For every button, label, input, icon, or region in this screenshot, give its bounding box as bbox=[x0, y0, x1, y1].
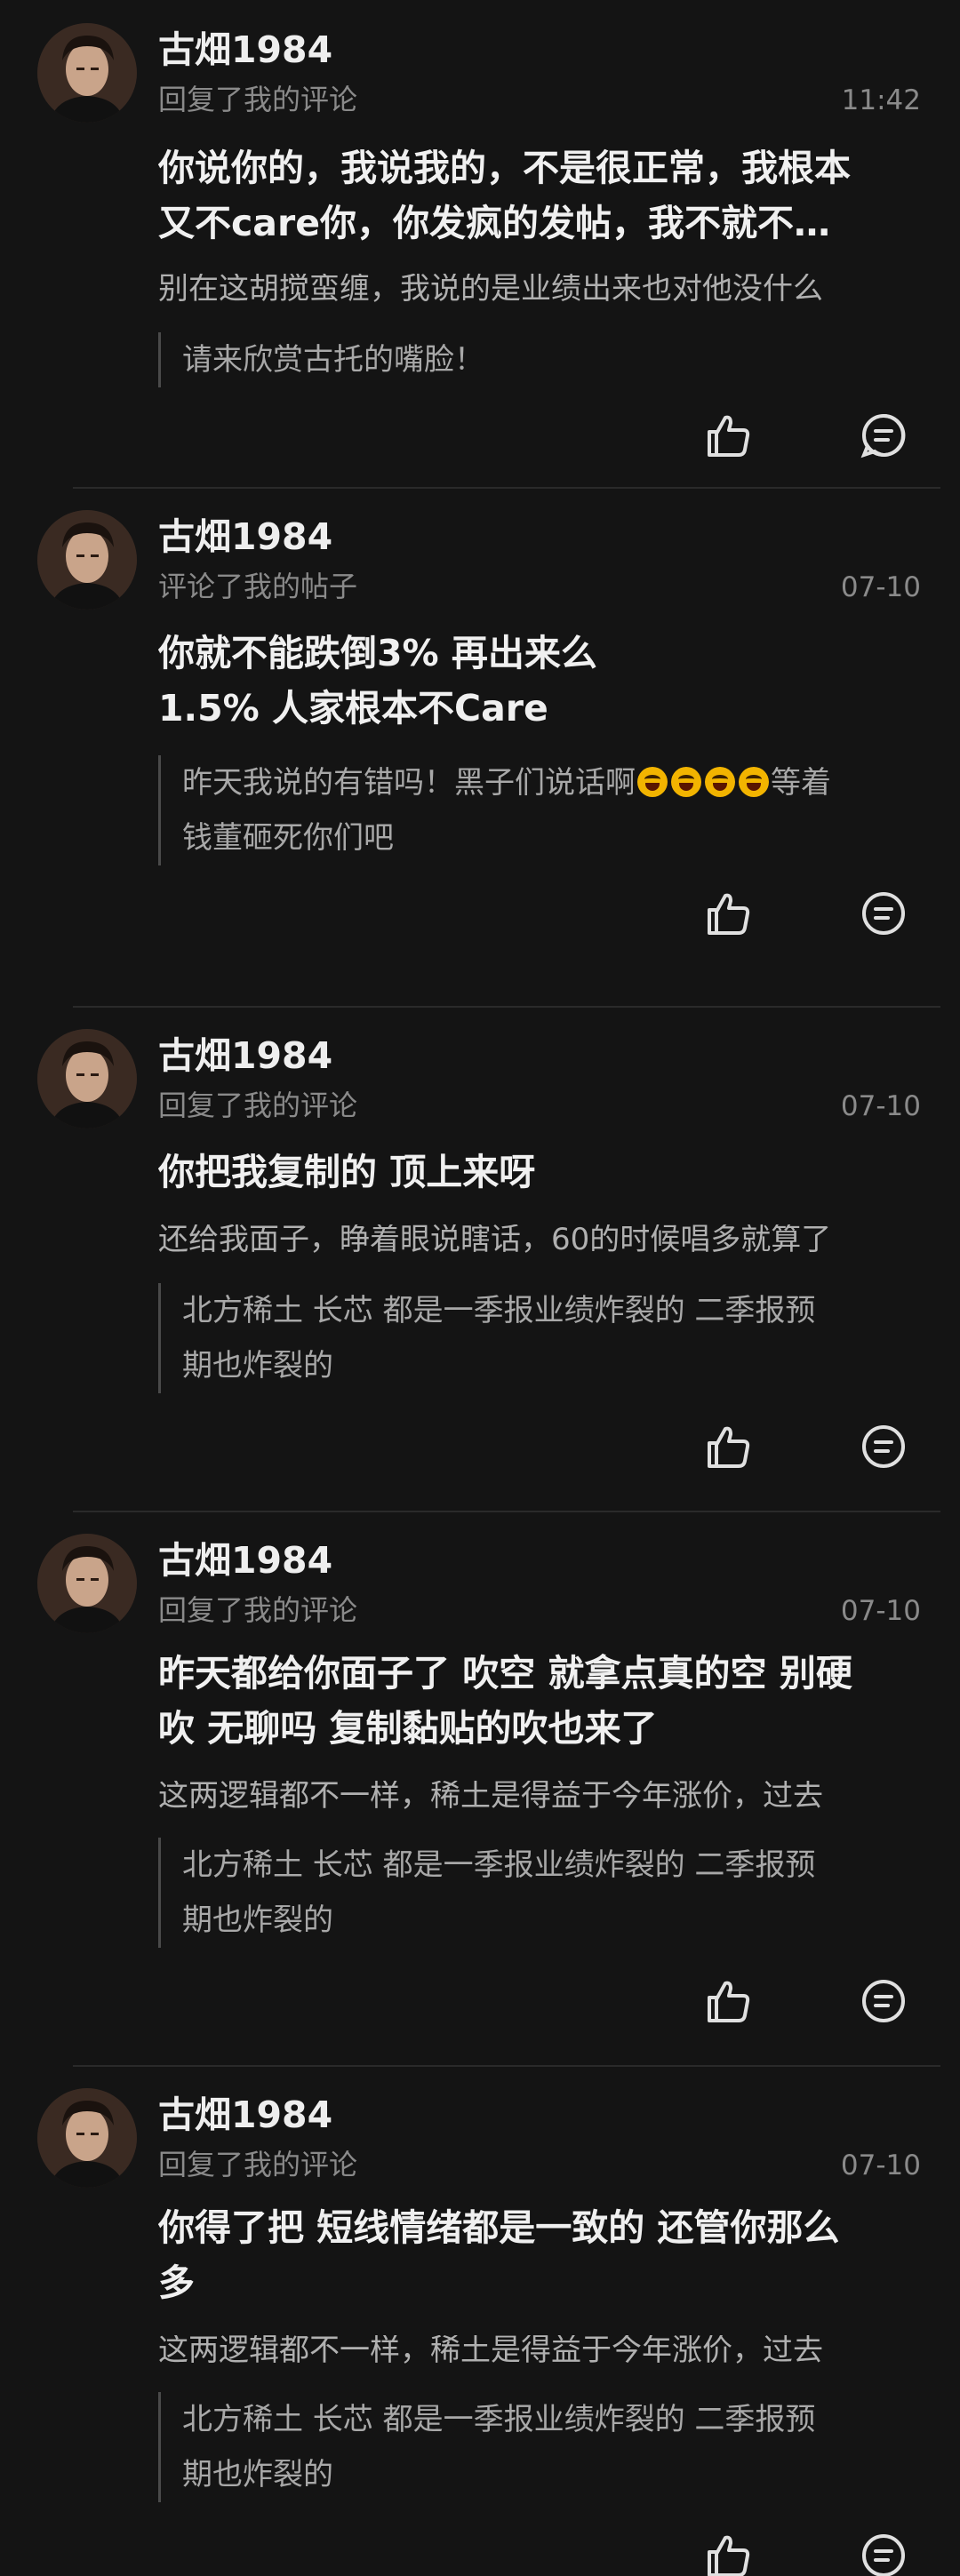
grin-emoji-icon bbox=[705, 767, 735, 797]
comment-bubble-icon bbox=[862, 892, 905, 935]
grin-emoji-icon bbox=[671, 767, 701, 797]
reply-context: 这两逻辑都不一样，稀土是得益于今年涨价，过去 bbox=[158, 2335, 823, 2365]
quoted-comment[interactable]: 昨天我说的有错吗！黑子们说话啊 等着 钱董砸死你们吧 bbox=[158, 755, 956, 865]
comment-text-line: 昨天都给你面子了 吹空 就拿点真的空 别硬 bbox=[158, 1652, 852, 1695]
timestamp: 07-10 bbox=[840, 2149, 921, 2181]
grin-emoji-icon bbox=[739, 767, 769, 797]
username[interactable]: 古畑1984 bbox=[158, 1038, 332, 1074]
like-button[interactable] bbox=[704, 411, 754, 460]
comment-item[interactable]: 古畑1984 回复了我的评论 07-10 昨天都给你面子了 吹空 就拿点真的空 … bbox=[0, 1512, 960, 2065]
reply-context: 还给我面子，睁着眼说瞎话，60的时候唱多就算了 bbox=[158, 1224, 832, 1255]
comment-item[interactable]: 古畑1984 评论了我的帖子 07-10 你就不能跌倒3% 再出来么 1.5% … bbox=[0, 489, 960, 1006]
comment-text-line: 又不care你，你发疯的发帖，我不就不… bbox=[158, 202, 830, 244]
comment-bubble-icon bbox=[862, 1425, 905, 1468]
action-label: 回复了我的评论 bbox=[158, 1089, 358, 1122]
quoted-comment[interactable]: 北方稀土 长芯 都是一季报业绩炸裂的 二季报预 期也炸裂的 bbox=[158, 1838, 956, 1948]
quote-line: 请来欣赏古托的嘴脸！ bbox=[182, 342, 484, 378]
reply-button[interactable] bbox=[859, 889, 908, 938]
reply-button[interactable] bbox=[859, 1976, 908, 2026]
notification-feed: 古畑1984 回复了我的评论 11:42 你说你的，我说我的，不是很正常，我根本… bbox=[0, 0, 960, 2576]
comment-text-line: 吹 无聊吗 复制黏贴的吹也来了 bbox=[158, 1707, 658, 1750]
timestamp: 07-10 bbox=[840, 1090, 921, 1122]
thumbs-up-icon bbox=[708, 2535, 750, 2576]
reply-context: 别在这胡搅蛮缠，我说的是业绩出来也对他没什么 bbox=[158, 274, 823, 304]
reply-button[interactable] bbox=[859, 411, 908, 460]
comment-text-line: 1.5% 人家根本不Care bbox=[158, 687, 548, 730]
like-button[interactable] bbox=[704, 889, 754, 938]
thumbs-up-icon bbox=[708, 1981, 750, 2022]
avatar[interactable] bbox=[37, 1029, 137, 1128]
quote-line: 钱董砸死你们吧 bbox=[182, 820, 394, 856]
comment-item[interactable]: 古畑1984 回复了我的评论 07-10 你得了把 短线情绪都是一致的 还管你那… bbox=[0, 2067, 960, 2576]
like-button[interactable] bbox=[704, 1422, 754, 1471]
quoted-comment[interactable]: 北方稀土 长芯 都是一季报业绩炸裂的 二季报预 期也炸裂的 bbox=[158, 1283, 956, 1393]
timestamp: 07-10 bbox=[840, 571, 921, 603]
timestamp: 11:42 bbox=[841, 84, 921, 116]
thumbs-up-icon bbox=[708, 1426, 750, 1468]
username[interactable]: 古畑1984 bbox=[158, 2097, 332, 2133]
comment-text-line: 你得了把 短线情绪都是一致的 还管你那么 bbox=[158, 2206, 840, 2249]
timestamp: 07-10 bbox=[840, 1595, 921, 1627]
comment-text-line: 多 bbox=[158, 2261, 195, 2304]
username[interactable]: 古畑1984 bbox=[158, 519, 332, 555]
comment-text[interactable]: 昨天都给你面子了 吹空 就拿点真的空 别硬 吹 无聊吗 复制黏贴的吹也来了 bbox=[158, 1646, 932, 1756]
reply-context: 这两逻辑都不一样，稀土是得益于今年涨价，过去 bbox=[158, 1781, 823, 1811]
avatar[interactable] bbox=[37, 510, 137, 610]
reply-button[interactable] bbox=[859, 2531, 908, 2576]
action-label: 回复了我的评论 bbox=[158, 83, 358, 116]
comment-text[interactable]: 你就不能跌倒3% 再出来么 1.5% 人家根本不Care bbox=[158, 626, 932, 736]
like-button[interactable] bbox=[704, 1976, 754, 2026]
avatar[interactable] bbox=[37, 1534, 137, 1633]
comment-text-line: 你把我复制的 顶上来呀 bbox=[158, 1151, 536, 1193]
action-label: 回复了我的评论 bbox=[158, 2148, 358, 2181]
comment-item[interactable]: 古畑1984 回复了我的评论 07-10 你把我复制的 顶上来呀 还给我面子，睁… bbox=[0, 1008, 960, 1511]
comment-text-line: 你就不能跌倒3% 再出来么 bbox=[158, 632, 597, 674]
quote-line: 北方稀土 长芯 都是一季报业绩炸裂的 二季报预 bbox=[182, 1293, 816, 1328]
quote-line: 期也炸裂的 bbox=[182, 1348, 333, 1384]
quote-line: 北方稀土 长芯 都是一季报业绩炸裂的 二季报预 bbox=[182, 2402, 816, 2437]
comment-text[interactable]: 你说你的，我说我的，不是很正常，我根本 又不care你，你发疯的发帖，我不就不… bbox=[158, 140, 932, 251]
comment-bubble-icon bbox=[860, 413, 906, 459]
comment-bubble-icon bbox=[862, 2534, 905, 2576]
thumbs-up-icon bbox=[708, 415, 750, 457]
quote-line: 期也炸裂的 bbox=[182, 1902, 333, 1938]
comment-item[interactable]: 古畑1984 回复了我的评论 11:42 你说你的，我说我的，不是很正常，我根本… bbox=[0, 0, 960, 487]
avatar[interactable] bbox=[37, 2088, 137, 2188]
comment-bubble-icon bbox=[862, 1980, 905, 2022]
thumbs-up-icon bbox=[708, 893, 750, 935]
quote-line: 期也炸裂的 bbox=[182, 2457, 333, 2492]
action-label: 评论了我的帖子 bbox=[158, 570, 358, 603]
quoted-comment[interactable]: 北方稀土 长芯 都是一季报业绩炸裂的 二季报预 期也炸裂的 bbox=[158, 2392, 956, 2502]
comment-text-line: 你说你的，我说我的，不是很正常，我根本 bbox=[158, 147, 851, 189]
action-label: 回复了我的评论 bbox=[158, 1593, 358, 1627]
avatar[interactable] bbox=[37, 23, 137, 123]
grin-emoji-icon bbox=[637, 767, 668, 797]
quote-line: 昨天我说的有错吗！黑子们说话啊 等着 bbox=[182, 765, 831, 801]
username[interactable]: 古畑1984 bbox=[158, 1543, 332, 1579]
username[interactable]: 古畑1984 bbox=[158, 32, 332, 68]
comment-text[interactable]: 你得了把 短线情绪都是一致的 还管你那么 多 bbox=[158, 2200, 932, 2310]
like-button[interactable] bbox=[704, 2531, 754, 2576]
quoted-comment[interactable]: 请来欣赏古托的嘴脸！ bbox=[158, 332, 956, 387]
reply-button[interactable] bbox=[859, 1422, 908, 1471]
comment-text[interactable]: 你把我复制的 顶上来呀 bbox=[158, 1144, 932, 1200]
quote-line: 北方稀土 长芯 都是一季报业绩炸裂的 二季报预 bbox=[182, 1847, 816, 1883]
